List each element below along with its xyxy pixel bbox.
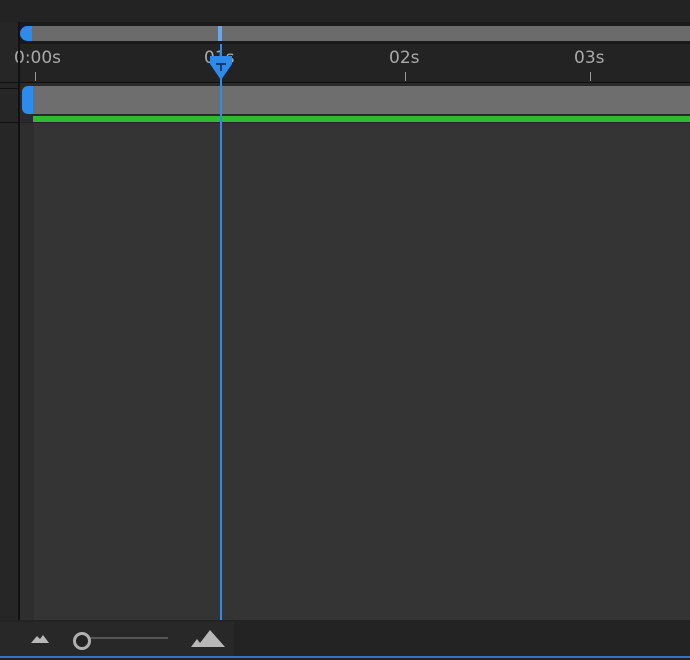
track-area[interactable] — [20, 123, 690, 620]
playhead-line[interactable] — [220, 44, 222, 622]
zoom-slider-knob[interactable] — [73, 632, 91, 650]
time-navigator-bar[interactable] — [32, 26, 690, 41]
zoom-slider-track[interactable] — [82, 637, 168, 639]
time-navigator-start-handle[interactable] — [20, 26, 32, 41]
row-divider — [0, 122, 20, 123]
layer-in-point-handle[interactable] — [22, 86, 33, 114]
ruler-tick — [35, 72, 36, 81]
panel-focus-border — [0, 656, 690, 658]
mountain-large-icon[interactable] — [190, 628, 226, 648]
timeline-top-strip — [0, 0, 690, 22]
ruler-tick-label: 02s — [389, 48, 420, 68]
playhead-handle-icon[interactable] — [208, 54, 234, 82]
ruler-tick — [405, 72, 406, 81]
ruler-tick-label: 0:00s — [14, 48, 62, 68]
track-area-inset — [20, 123, 34, 620]
row-divider — [0, 88, 18, 89]
panel-border — [18, 22, 20, 620]
ruler-tick-label: 03s — [574, 48, 605, 68]
work-area-bar[interactable] — [33, 116, 690, 122]
time-navigator-playhead-marker — [218, 26, 222, 41]
layer-panel-edge — [0, 22, 18, 620]
mountain-small-icon[interactable] — [30, 630, 50, 644]
layer-duration-bar[interactable] — [33, 86, 690, 114]
ruler-tick — [590, 72, 591, 81]
